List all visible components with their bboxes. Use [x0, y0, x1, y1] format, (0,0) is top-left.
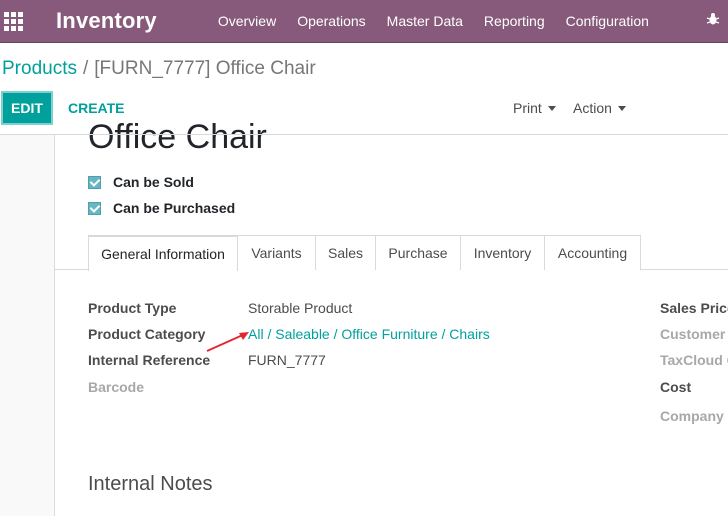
- internal-reference-label: Internal Reference: [88, 352, 211, 368]
- breadcrumb-current: [FURN_7777] Office Chair: [94, 58, 316, 79]
- top-navbar: Inventory Overview Operations Master Dat…: [0, 0, 728, 43]
- menu-item-reporting[interactable]: Reporting: [484, 13, 545, 29]
- menu-item-master-data[interactable]: Master Data: [387, 13, 463, 29]
- tab-inventory[interactable]: Inventory: [460, 235, 545, 270]
- menu-item-operations[interactable]: Operations: [297, 13, 365, 29]
- menu-item-configuration[interactable]: Configuration: [566, 13, 649, 29]
- bug-icon[interactable]: [706, 12, 720, 26]
- can-be-sold-label: Can be Sold: [113, 174, 194, 190]
- chevron-down-icon: [547, 105, 556, 111]
- cost-label: Cost: [660, 379, 692, 395]
- can-be-sold-checkbox[interactable]: [88, 176, 101, 189]
- product-type-label: Product Type: [88, 300, 177, 316]
- taxcloud-category-label: TaxCloud C: [660, 352, 728, 368]
- tab-general-information[interactable]: General Information: [88, 235, 238, 271]
- product-type-value: Storable Product: [248, 300, 353, 316]
- product-category-label: Product Category: [88, 326, 206, 342]
- print-label: Print: [513, 100, 542, 116]
- title-clip-line: [0, 134, 728, 135]
- tab-accounting[interactable]: Accounting: [544, 235, 641, 270]
- main-menu: Overview Operations Master Data Reportin…: [218, 13, 670, 29]
- toolbar-area: [0, 91, 500, 134]
- barcode-label: Barcode: [88, 379, 145, 395]
- sales-price-label: Sales Price: [660, 300, 728, 316]
- can-be-purchased-label: Can be Purchased: [113, 200, 236, 216]
- apps-grid-icon[interactable]: [2, 10, 24, 32]
- action-label: Action: [573, 100, 612, 116]
- tab-purchase[interactable]: Purchase: [375, 235, 461, 270]
- can-be-purchased-checkbox[interactable]: [88, 202, 101, 215]
- action-dropdown[interactable]: Action: [573, 100, 626, 116]
- tab-variants[interactable]: Variants: [237, 235, 316, 270]
- breadcrumb: Products / [FURN_7777] Office Chair: [2, 58, 316, 80]
- chevron-down-icon: [617, 105, 626, 111]
- customer-taxes-label: Customer T: [660, 326, 728, 342]
- menu-item-overview[interactable]: Overview: [218, 13, 276, 29]
- red-arrow-icon: [206, 332, 249, 352]
- internal-reference-value: FURN_7777: [248, 352, 326, 368]
- internal-notes-heading: Internal Notes: [88, 473, 213, 495]
- tab-sales[interactable]: Sales: [315, 235, 376, 270]
- breadcrumb-products-link[interactable]: Products: [2, 58, 77, 79]
- product-category-link[interactable]: All / Saleable / Office Furniture / Chai…: [248, 326, 490, 342]
- breadcrumb-separator: /: [82, 58, 89, 79]
- company-label: Company: [660, 408, 724, 424]
- print-dropdown[interactable]: Print: [513, 100, 556, 116]
- app-title[interactable]: Inventory: [56, 8, 157, 34]
